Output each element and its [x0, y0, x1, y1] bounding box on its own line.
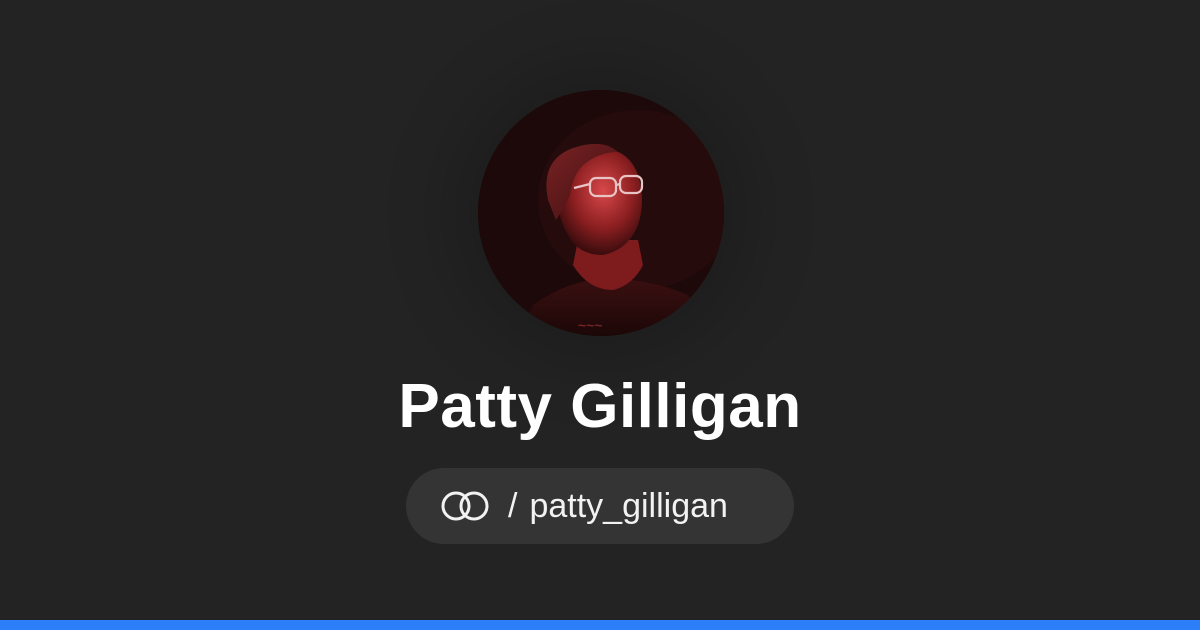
accent-bar: [0, 620, 1200, 630]
avatar-photo: ~~~: [478, 90, 724, 336]
svg-text:~~~: ~~~: [578, 317, 603, 333]
profile-name: Patty Gilligan: [398, 372, 802, 441]
avatar: ~~~: [478, 90, 724, 336]
profile-handle: patty_gilligan: [529, 486, 728, 525]
handle-separator: /: [508, 486, 518, 525]
profile-card: ~~~ Patty Gilligan / patty_gilligan: [0, 0, 1200, 630]
linked-rings-icon: [438, 488, 494, 524]
profile-handle-link[interactable]: / patty_gilligan: [406, 468, 794, 544]
